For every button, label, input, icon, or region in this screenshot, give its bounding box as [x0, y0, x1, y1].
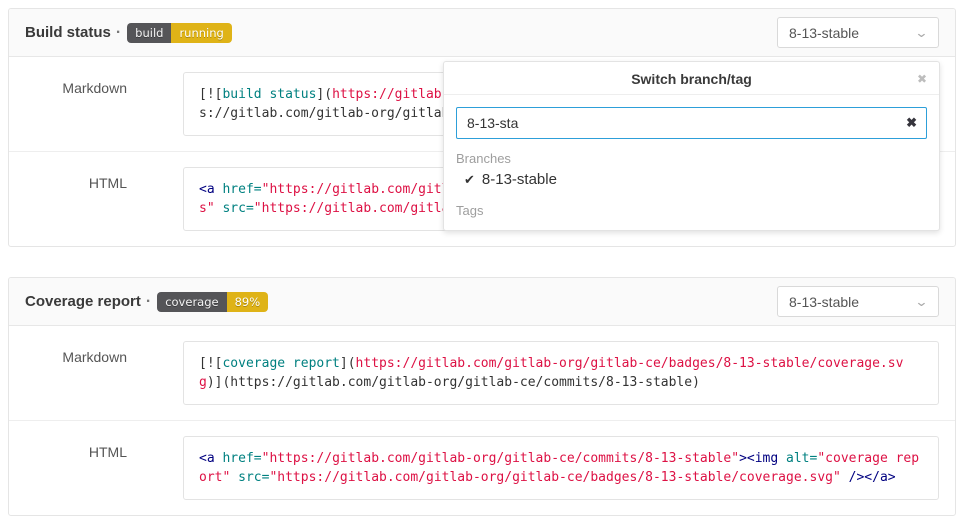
coverage-badge: coverage 89% [157, 292, 268, 312]
branch-selector-label: 8-13-stable [789, 25, 859, 41]
html-code-block: <a href="https://gitlab.com/gitlab-org/g… [183, 436, 939, 500]
popup-titlebar: Switch branch/tag ✖ [444, 62, 939, 95]
branch-item[interactable]: ✔ 8-13-stable [456, 166, 927, 191]
close-icon[interactable]: ✖ [917, 71, 927, 87]
badge-value: running [171, 23, 231, 43]
title-separator: · [116, 24, 121, 42]
branch-selector-button[interactable]: 8-13-stable ⌄ [777, 17, 939, 48]
section-label-branches: Branches [456, 151, 927, 166]
markdown-code-block: [![coverage report](https://gitlab.com/g… [183, 341, 939, 405]
row-label-html: HTML [9, 436, 183, 500]
badge-label: coverage [157, 292, 226, 312]
branch-item-label: 8-13-stable [482, 171, 557, 188]
branch-search-input[interactable] [456, 107, 927, 139]
badge-value: 89% [227, 292, 269, 312]
row-label-html: HTML [9, 167, 183, 231]
branch-selector-button[interactable]: 8-13-stable ⌄ [777, 286, 939, 317]
page-title: Build status [25, 24, 111, 41]
row-label-markdown: Markdown [9, 72, 183, 136]
panel-coverage-report-header: Coverage report · coverage 89% 8-13-stab… [9, 278, 955, 326]
row-label-markdown: Markdown [9, 341, 183, 405]
html-row: HTML <a href="https://gitlab.com/gitlab-… [9, 420, 955, 515]
markdown-row: Markdown [![coverage report](https://git… [9, 326, 955, 420]
chevron-down-icon: ⌄ [914, 295, 928, 308]
page-title: Coverage report [25, 293, 141, 310]
popup-body: Branches ✔ 8-13-stable Tags [444, 151, 939, 218]
switch-branch-popup: Switch branch/tag ✖ ✖ Branches ✔ 8-13-st… [443, 61, 940, 231]
section-label-tags: Tags [456, 203, 927, 218]
panel-coverage-report: Coverage report · coverage 89% 8-13-stab… [8, 277, 956, 516]
branch-search: ✖ [456, 107, 927, 139]
chevron-down-icon: ⌄ [914, 26, 928, 39]
clear-search-icon[interactable]: ✖ [906, 115, 917, 131]
build-status-badge: build running [127, 23, 232, 43]
check-icon: ✔ [464, 172, 475, 188]
badge-label: build [127, 23, 171, 43]
title-separator: · [146, 293, 151, 311]
popup-title: Switch branch/tag [474, 71, 909, 87]
panel-build-status-header: Build status · build running 8-13-stable… [9, 9, 955, 57]
branch-selector-label: 8-13-stable [789, 294, 859, 310]
